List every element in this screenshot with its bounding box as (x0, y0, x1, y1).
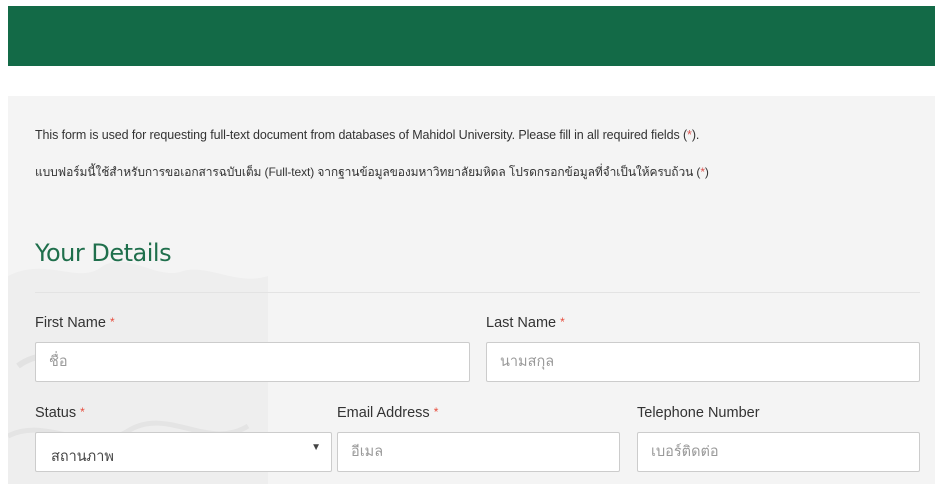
email-input[interactable] (337, 432, 620, 472)
intro-thai-text: แบบฟอร์มนี้ใช้สำหรับการขอเอกสารฉบับเต็ม … (35, 165, 701, 179)
intro-english-text: This form is used for requesting full-te… (35, 128, 688, 142)
status-label: Status * (35, 405, 85, 421)
first-name-label: First Name * (35, 315, 115, 331)
intro-english-end: ). (691, 128, 700, 142)
section-title: Your Details (35, 239, 172, 267)
intro-thai: แบบฟอร์มนี้ใช้สำหรับการขอเอกสารฉบับเต็ม … (35, 163, 709, 182)
email-label: Email Address * (337, 405, 438, 421)
status-required-mark: * (80, 405, 85, 419)
section-divider (35, 292, 920, 293)
last-name-label-text: Last Name (486, 315, 557, 331)
last-name-required-mark: * (560, 315, 565, 329)
intro-thai-end: ) (704, 165, 709, 179)
last-name-input[interactable] (486, 342, 920, 382)
status-select[interactable]: สถานภาพ ▼ (35, 432, 332, 472)
top-banner (8, 6, 935, 66)
form-panel: This form is used for requesting full-te… (8, 96, 935, 484)
telephone-label: Telephone Number (637, 405, 760, 421)
status-label-text: Status (35, 405, 77, 421)
intro-english: This form is used for requesting full-te… (35, 128, 699, 142)
status-select-value: สถานภาพ (51, 449, 114, 465)
chevron-down-icon: ▼ (311, 442, 321, 453)
first-name-input[interactable] (35, 342, 470, 382)
email-label-text: Email Address (337, 405, 430, 421)
telephone-input[interactable] (637, 432, 920, 472)
email-required-mark: * (433, 405, 439, 419)
telephone-label-text: Telephone Number (637, 405, 760, 421)
last-name-label: Last Name * (486, 315, 565, 331)
first-name-label-text: First Name (35, 315, 106, 331)
first-name-required-mark: * (109, 315, 115, 329)
